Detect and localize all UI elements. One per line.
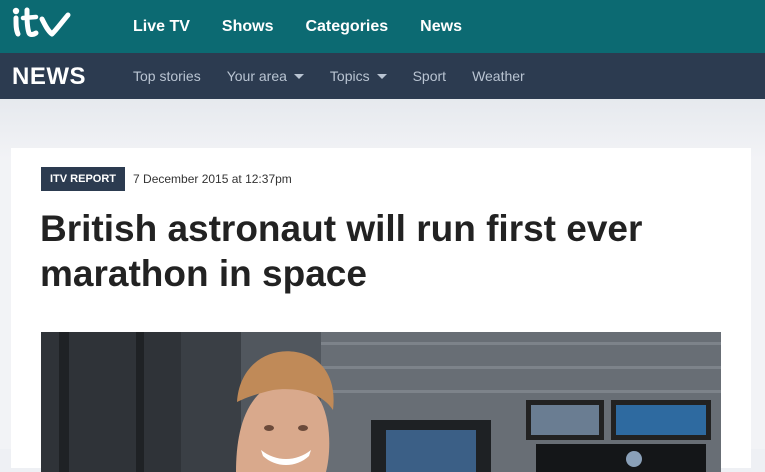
article-headline: British astronaut will run first ever ma… xyxy=(40,208,643,294)
article-date: 7 December 2015 at 12:37pm xyxy=(133,172,292,186)
subnav-label: Topics xyxy=(329,68,370,84)
chevron-down-icon xyxy=(376,73,387,79)
subnav-label: Weather xyxy=(472,68,525,84)
nav-live-tv[interactable]: Live TV xyxy=(117,18,206,36)
news-sub-navigation: Top stories Your area Topics Sport Weath… xyxy=(120,53,538,99)
astronaut-photo-illustration xyxy=(41,332,721,472)
top-navigation-bar: Live TV Shows Categories News xyxy=(0,0,765,53)
subnav-label: Your area xyxy=(226,68,287,84)
article-meta: ITV REPORT 7 December 2015 at 12:37pm xyxy=(41,167,292,191)
nav-categories[interactable]: Categories xyxy=(289,18,404,36)
subnav-topics[interactable]: Topics xyxy=(317,68,400,84)
article-hero-image xyxy=(41,332,721,472)
subnav-weather[interactable]: Weather xyxy=(459,68,538,84)
nav-shows[interactable]: Shows xyxy=(206,18,290,36)
main-navigation: Live TV Shows Categories News xyxy=(117,0,478,53)
subnav-top-stories[interactable]: Top stories xyxy=(120,68,214,84)
nav-news[interactable]: News xyxy=(404,18,478,36)
subnav-sport[interactable]: Sport xyxy=(400,68,459,84)
news-section-bar: NEWS Top stories Your area Topics Sport … xyxy=(0,53,765,99)
news-brand[interactable]: NEWS xyxy=(12,63,86,91)
subnav-your-area[interactable]: Your area xyxy=(214,68,317,84)
itv-logo[interactable] xyxy=(12,7,72,39)
subnav-label: Top stories xyxy=(133,68,201,84)
article-card: ITV REPORT 7 December 2015 at 12:37pm Br… xyxy=(11,148,751,472)
itv-report-badge[interactable]: ITV REPORT xyxy=(41,167,126,191)
chevron-down-icon xyxy=(293,73,304,79)
subnav-label: Sport xyxy=(412,68,447,84)
